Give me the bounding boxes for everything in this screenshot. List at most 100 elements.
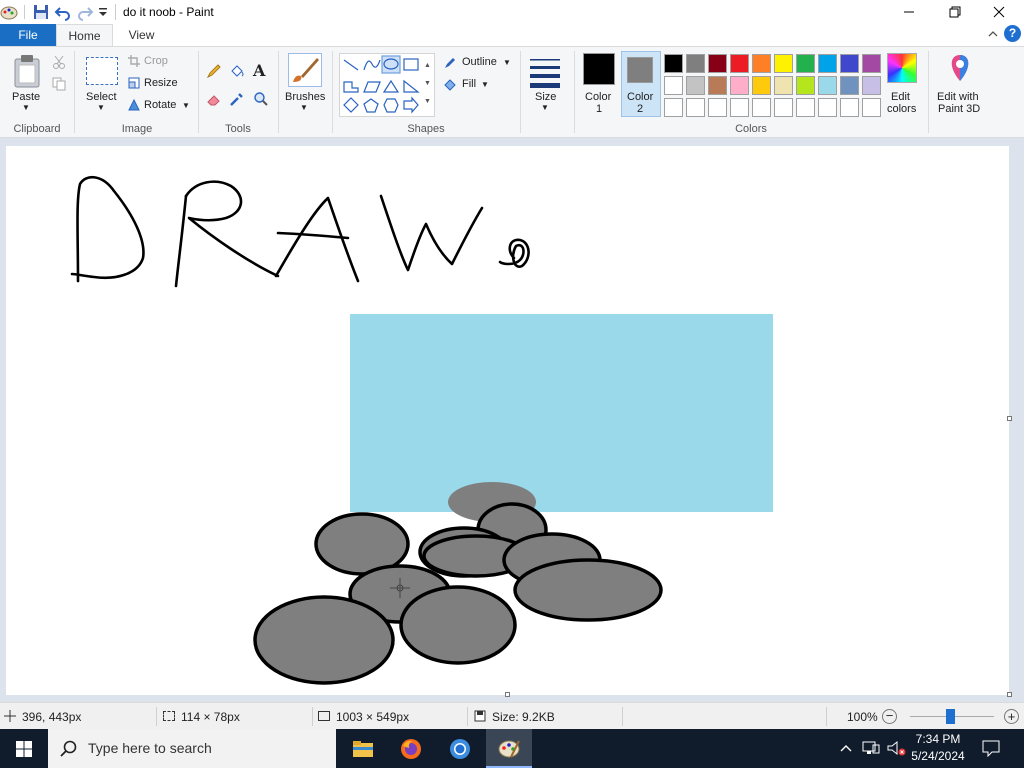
palette-swatch[interactable] <box>686 76 705 95</box>
start-button[interactable] <box>0 729 48 768</box>
palette-swatch[interactable] <box>752 54 771 73</box>
palette-swatch[interactable] <box>818 76 837 95</box>
palette-swatch[interactable] <box>752 76 771 95</box>
palette-swatch[interactable] <box>686 98 705 117</box>
save-icon[interactable] <box>32 3 50 21</box>
magnifier-icon[interactable] <box>253 91 269 107</box>
taskbar-search-box[interactable]: Type here to search <box>48 729 336 768</box>
pencil-icon[interactable] <box>206 63 222 79</box>
palette-swatch[interactable] <box>730 54 749 73</box>
palette-swatch[interactable] <box>840 54 859 73</box>
fill-dropdown-icon[interactable]: ▼ <box>481 80 489 89</box>
color1-swatch[interactable] <box>583 53 615 85</box>
customize-qat-icon[interactable] <box>96 3 114 21</box>
brushes-label[interactable]: Brushes <box>285 91 325 103</box>
palette-swatch[interactable] <box>796 98 815 117</box>
copy-icon[interactable] <box>52 77 66 91</box>
palette-swatch[interactable] <box>686 54 705 73</box>
tab-home[interactable]: Home <box>56 24 113 46</box>
tab-view[interactable]: View <box>113 24 170 46</box>
palette-swatch[interactable] <box>862 54 881 73</box>
palette-swatch[interactable] <box>774 54 793 73</box>
paste-icon[interactable] <box>12 53 42 89</box>
paste-label[interactable]: Paste <box>12 91 40 103</box>
palette-swatch[interactable] <box>708 54 727 73</box>
volume-muted-icon[interactable] <box>886 740 906 756</box>
palette-swatch[interactable] <box>752 98 771 117</box>
paint-app-icon[interactable] <box>0 3 18 21</box>
palette-swatch[interactable] <box>664 76 683 95</box>
paste-dropdown-icon[interactable]: ▼ <box>22 103 30 112</box>
zoom-in-button[interactable]: + <box>1004 709 1019 724</box>
palette-swatch[interactable] <box>818 54 837 73</box>
edit-colors-label[interactable]: Edit <box>891 91 910 103</box>
canvas-resize-handle-right[interactable] <box>1007 416 1012 421</box>
paint3d-label-2[interactable]: Paint 3D <box>938 103 980 115</box>
crop-icon[interactable] <box>128 55 140 67</box>
palette-swatch[interactable] <box>796 54 815 73</box>
text-tool-icon[interactable]: A <box>253 61 269 80</box>
rotate-icon[interactable] <box>128 98 140 111</box>
firefox-taskbar-button[interactable] <box>388 729 434 768</box>
zoom-out-button[interactable]: − <box>882 709 897 724</box>
cut-icon[interactable] <box>52 55 66 69</box>
palette-swatch[interactable] <box>774 98 793 117</box>
select-icon[interactable] <box>86 57 118 85</box>
rotate-label[interactable]: Rotate <box>144 99 176 111</box>
notifications-icon[interactable] <box>982 739 1000 758</box>
color2-number[interactable]: 2 <box>637 103 643 115</box>
palette-swatch[interactable] <box>796 76 815 95</box>
shapes-gallery[interactable] <box>339 53 435 117</box>
outline-icon[interactable] <box>443 56 457 70</box>
color2-label[interactable]: Color <box>627 91 653 103</box>
palette-swatch[interactable] <box>664 54 683 73</box>
color1-number[interactable]: 1 <box>596 103 602 115</box>
search-placeholder[interactable]: Type here to search <box>88 740 212 756</box>
canvas-resize-handle-bottom[interactable] <box>505 692 510 697</box>
canvas-resize-handle-corner[interactable] <box>1007 692 1012 697</box>
edit-colors-label-2[interactable]: colors <box>887 103 916 115</box>
eraser-icon[interactable] <box>206 91 222 107</box>
paint3d-icon[interactable] <box>946 53 974 83</box>
outline-label[interactable]: Outline <box>462 56 497 68</box>
resize-label[interactable]: Resize <box>144 77 178 89</box>
tab-file[interactable]: File <box>0 24 56 46</box>
resize-icon[interactable] <box>128 77 140 89</box>
palette-swatch[interactable] <box>708 76 727 95</box>
network-icon[interactable] <box>862 740 880 756</box>
palette-swatch[interactable] <box>862 98 881 117</box>
zoom-slider-thumb[interactable] <box>946 709 955 724</box>
fill-icon[interactable] <box>443 78 457 92</box>
show-hidden-icons-button[interactable] <box>838 741 854 755</box>
rotate-dropdown-icon[interactable]: ▼ <box>182 101 190 110</box>
palette-swatch[interactable] <box>664 98 683 117</box>
paint3d-label[interactable]: Edit with <box>937 91 979 103</box>
size-label[interactable]: Size <box>535 91 556 103</box>
close-button[interactable] <box>976 0 1022 24</box>
palette-swatch[interactable] <box>862 76 881 95</box>
brushes-dropdown-icon[interactable]: ▼ <box>300 103 308 112</box>
undo-icon[interactable] <box>54 3 72 21</box>
palette-swatch[interactable] <box>730 98 749 117</box>
palette-swatch[interactable] <box>774 76 793 95</box>
select-label[interactable]: Select <box>86 91 117 103</box>
palette-swatch[interactable] <box>818 98 837 117</box>
palette-swatch[interactable] <box>730 76 749 95</box>
palette-swatch[interactable] <box>840 76 859 95</box>
color-picker-icon[interactable] <box>229 91 245 107</box>
fill-label[interactable]: Fill <box>462 78 476 90</box>
clock-time[interactable]: 7:34 PM <box>905 732 971 746</box>
file-explorer-taskbar-button[interactable] <box>340 729 386 768</box>
shapes-scroll-icon[interactable]: ▲ ▼ ▼ <box>424 57 434 117</box>
outline-dropdown-icon[interactable]: ▼ <box>503 58 511 67</box>
chrome-taskbar-button[interactable] <box>437 729 483 768</box>
palette-swatch[interactable] <box>840 98 859 117</box>
crop-label[interactable]: Crop <box>144 55 168 67</box>
paint-taskbar-button[interactable] <box>486 729 532 768</box>
fill-bucket-icon[interactable] <box>229 63 245 79</box>
edit-colors-icon[interactable] <box>887 53 917 83</box>
help-icon[interactable]: ? <box>1004 25 1021 42</box>
redo-icon[interactable] <box>76 3 94 21</box>
clock-date[interactable]: 5/24/2024 <box>905 749 971 763</box>
palette-swatch[interactable] <box>708 98 727 117</box>
